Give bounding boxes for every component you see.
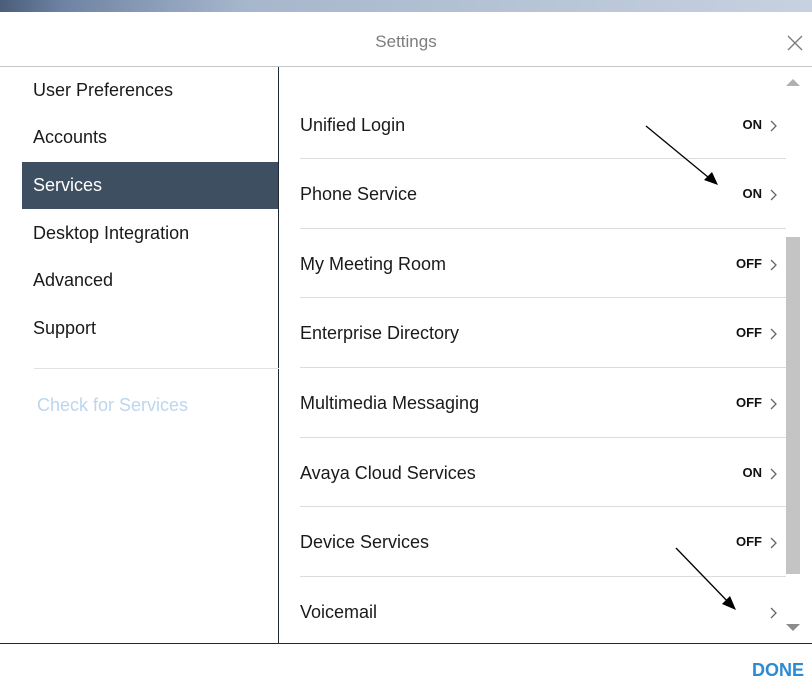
sidebar-item-label: Desktop Integration (33, 223, 190, 243)
sidebar-item-label: User Preferences (33, 80, 174, 100)
service-row-avaya-cloud-services[interactable]: Avaya Cloud Services ON (280, 438, 786, 508)
chevron-right-icon (770, 398, 777, 410)
service-status: ON (742, 465, 763, 480)
chevron-right-icon (770, 537, 777, 549)
close-icon[interactable] (786, 34, 804, 52)
dialog-title: Settings (375, 32, 437, 51)
service-status: ON (742, 186, 763, 201)
window-top-strip (0, 0, 812, 12)
sidebar-item-support[interactable]: Support (22, 305, 278, 352)
scroll-down-arrow-icon[interactable] (785, 623, 801, 633)
service-label: Multimedia Messaging (300, 393, 480, 413)
chevron-right-icon (770, 607, 777, 619)
service-label: Avaya Cloud Services (300, 463, 476, 483)
service-row-multimedia-messaging[interactable]: Multimedia Messaging OFF (280, 368, 786, 438)
sidebar-item-user-preferences[interactable]: User Preferences (22, 67, 278, 114)
chevron-right-icon (770, 120, 777, 132)
service-label: Phone Service (300, 184, 418, 204)
scroll-up-arrow-icon[interactable] (785, 77, 801, 87)
service-row-enterprise-directory[interactable]: Enterprise Directory OFF (280, 298, 786, 368)
chevron-right-icon (770, 189, 777, 201)
service-status: OFF (736, 325, 762, 340)
services-list: Unified Login ON Phone Service ON My Mee… (280, 67, 786, 644)
chevron-right-icon (770, 259, 777, 271)
sidebar-item-desktop-integration[interactable]: Desktop Integration (22, 210, 278, 257)
chevron-right-icon (770, 328, 777, 340)
settings-sidebar: User Preferences Accounts Services Deskt… (22, 67, 279, 644)
sidebar-item-label: Advanced (33, 270, 114, 290)
service-label: Voicemail (300, 602, 378, 622)
sidebar-item-services[interactable]: Services (22, 162, 278, 209)
service-label: Device Services (300, 532, 430, 552)
service-status: OFF (736, 534, 762, 549)
sidebar-item-label: Accounts (33, 127, 108, 147)
done-button[interactable]: DONE (752, 660, 804, 681)
sidebar-item-label: Services (33, 175, 103, 195)
check-for-services-link[interactable]: Check for Services (37, 395, 188, 416)
service-label: Unified Login (300, 115, 406, 135)
footer-divider (0, 643, 812, 644)
service-row-voicemail[interactable]: Voicemail (280, 577, 786, 644)
service-label: Enterprise Directory (300, 323, 460, 343)
service-label: My Meeting Room (300, 254, 447, 274)
sidebar-item-advanced[interactable]: Advanced (22, 257, 278, 304)
sidebar-item-accounts[interactable]: Accounts (22, 114, 278, 161)
chevron-right-icon (770, 468, 777, 480)
service-row-device-services[interactable]: Device Services OFF (280, 507, 786, 577)
sidebar-divider (34, 368, 279, 369)
service-row-my-meeting-room[interactable]: My Meeting Room OFF (280, 229, 786, 299)
service-row-phone-service[interactable]: Phone Service ON (280, 159, 786, 229)
scrollbar-thumb[interactable] (786, 237, 800, 574)
service-row-unified-login[interactable]: Unified Login ON (280, 90, 786, 160)
sidebar-item-label: Support (33, 318, 97, 338)
service-status: OFF (736, 395, 762, 410)
service-status: OFF (736, 256, 762, 271)
dialog-titlebar: Settings (0, 12, 812, 67)
service-status: ON (742, 117, 763, 132)
